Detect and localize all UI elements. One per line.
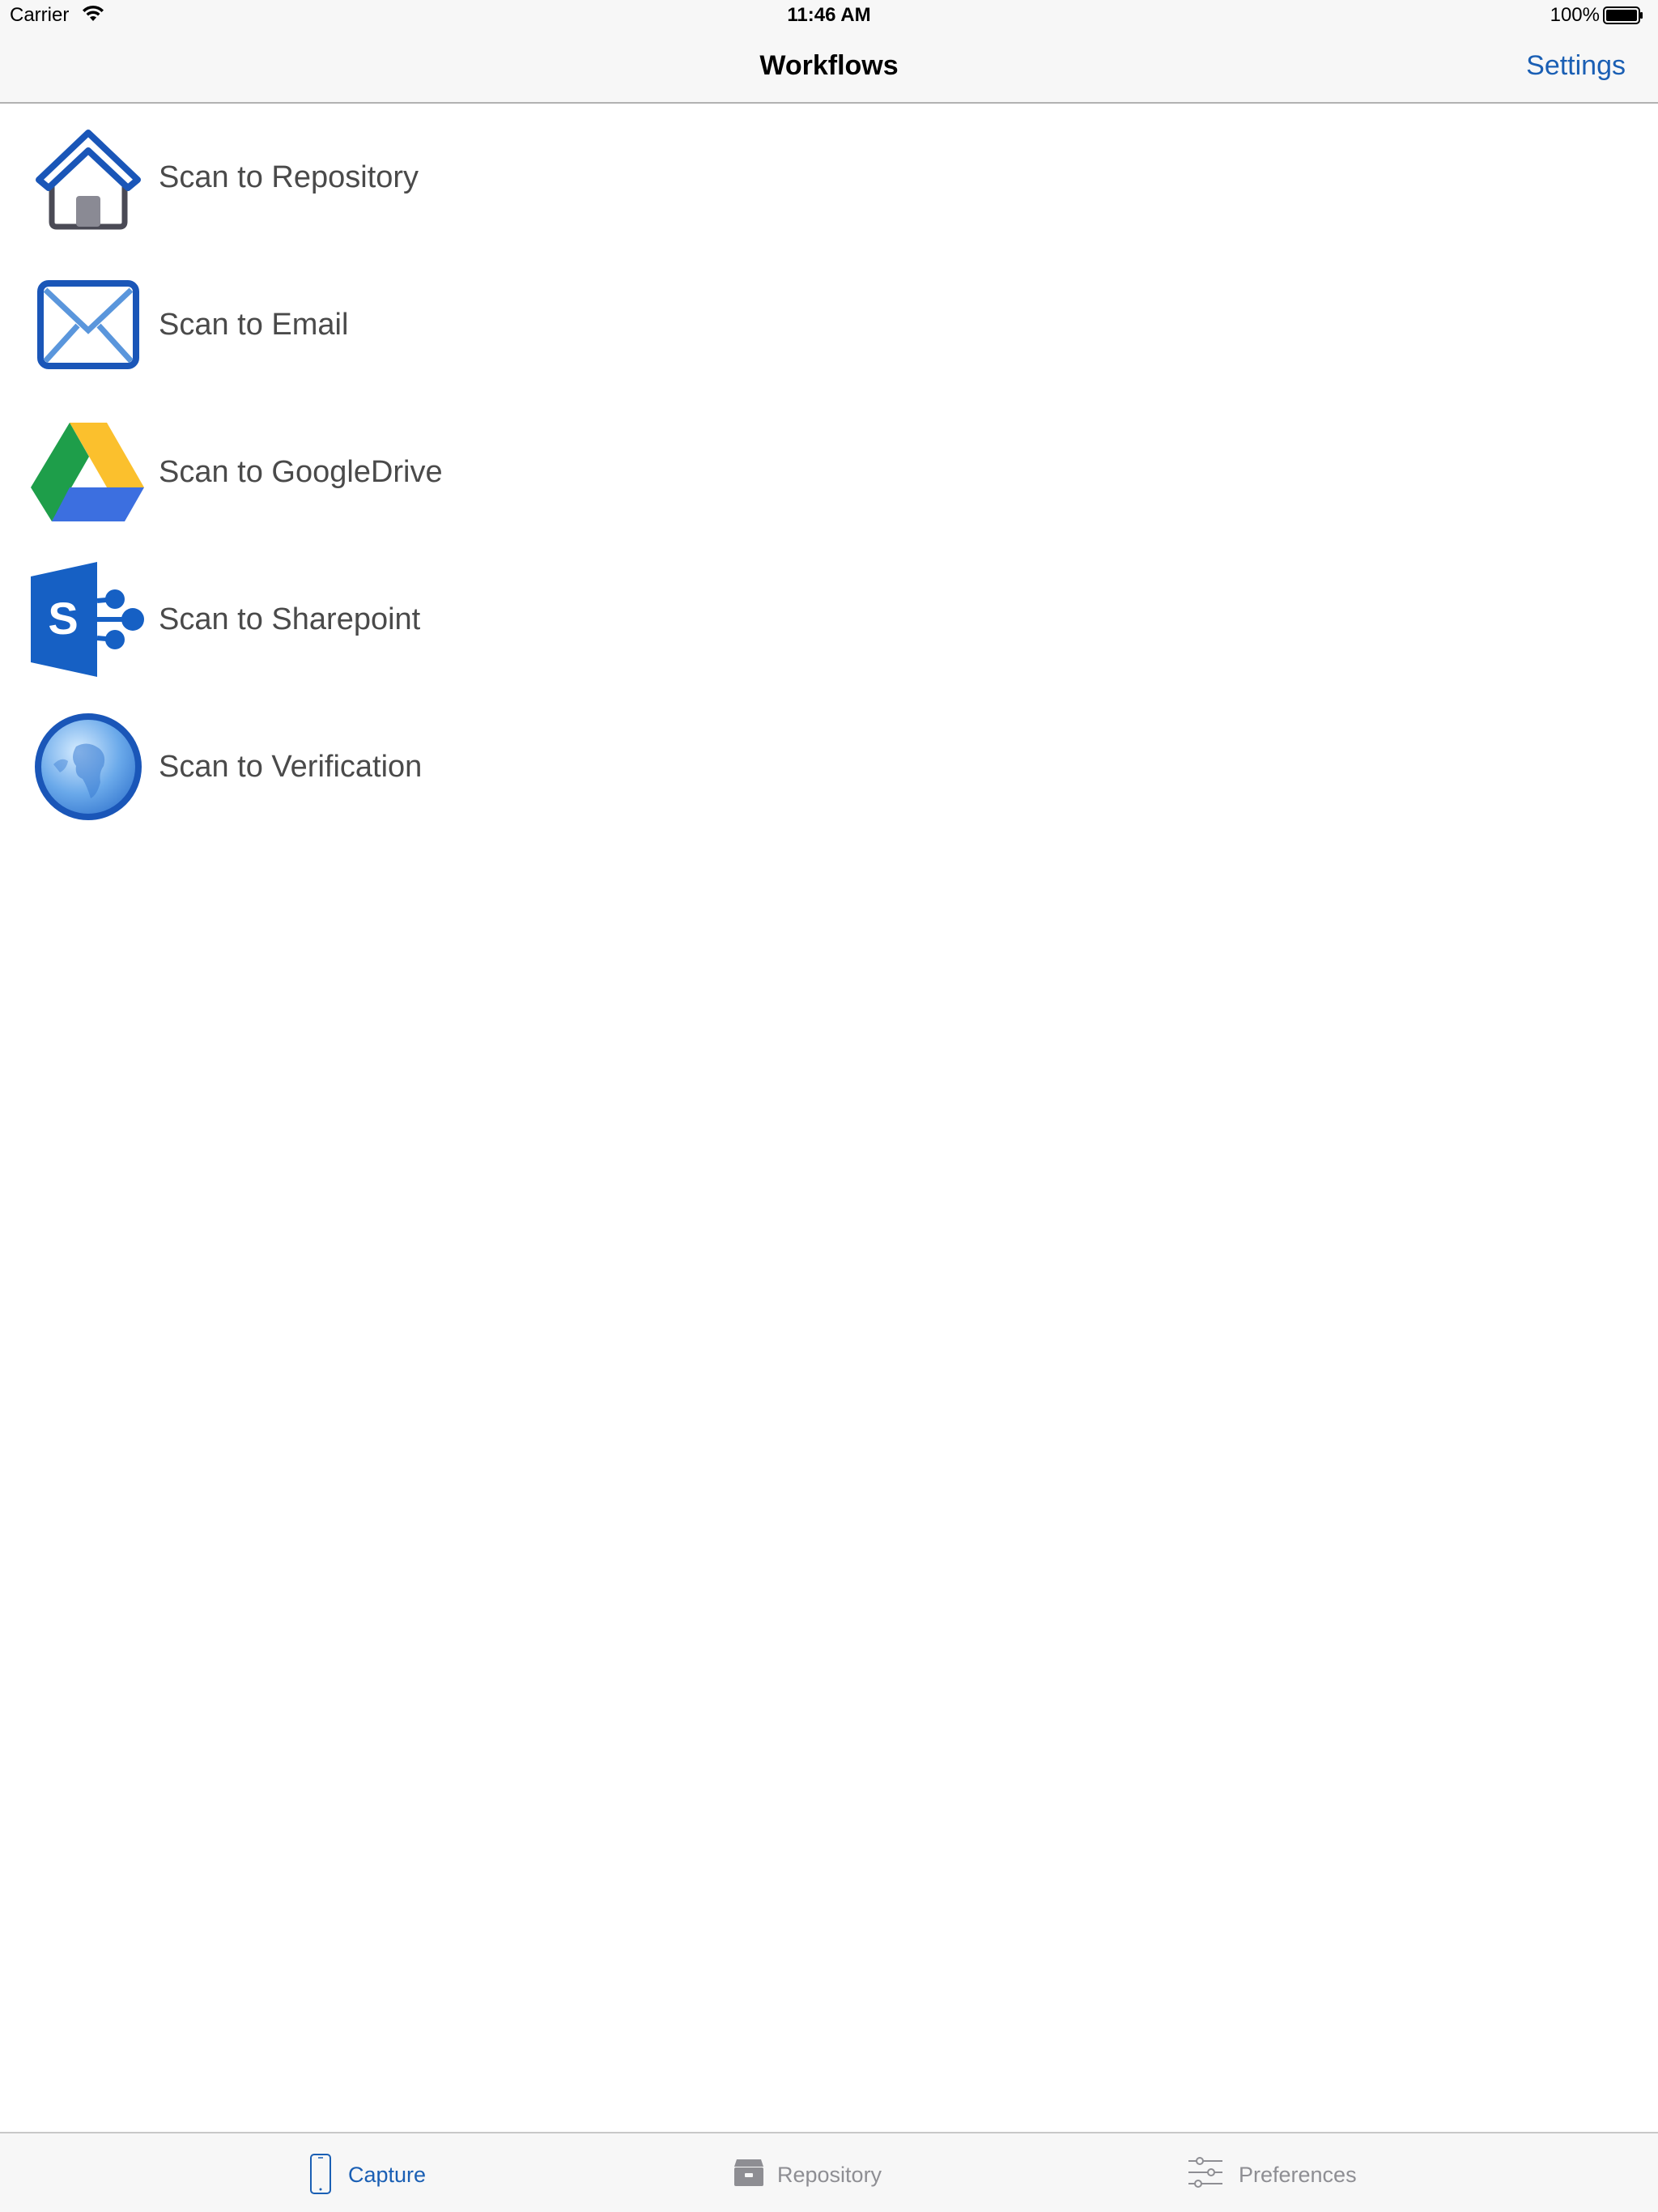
workflow-label: Scan to Verification: [159, 750, 423, 784]
envelope-icon: [37, 280, 139, 369]
page-title: Workflows: [759, 50, 899, 81]
workflow-item-repository[interactable]: Scan to Repository: [0, 104, 1658, 251]
tab-preferences[interactable]: Preferences: [1182, 2133, 1376, 2212]
tab-label: Preferences: [1239, 2163, 1357, 2187]
svg-text:S: S: [48, 593, 78, 644]
settings-button[interactable]: Settings: [1526, 50, 1626, 82]
navigation-bar: Workflows Settings: [0, 32, 1658, 104]
battery-icon: [1603, 6, 1643, 24]
battery-percent: 100%: [1550, 4, 1600, 26]
workflow-label: Scan to Sharepoint: [159, 602, 421, 636]
workflow-label: Scan to GoogleDrive: [159, 455, 443, 489]
phone-icon: [310, 2154, 331, 2194]
workflow-item-verification[interactable]: Scan to Verification: [0, 693, 1658, 840]
status-bar: Carrier 11:46 AM 100%: [0, 0, 1658, 32]
tab-label: Repository: [777, 2163, 882, 2187]
workflow-item-email[interactable]: Scan to Email: [0, 251, 1658, 398]
google-drive-icon: [31, 423, 144, 521]
workflow-label: Scan to Email: [159, 308, 349, 342]
clock-label: 11:46 AM: [787, 4, 871, 26]
house-icon: [36, 130, 141, 230]
sliders-icon: [1188, 2157, 1222, 2188]
tab-label: Capture: [348, 2163, 427, 2187]
tab-bar: Capture Repository Preferences: [0, 2132, 1658, 2212]
sharepoint-icon: S: [31, 562, 144, 677]
workflow-item-sharepoint[interactable]: S Scan to Sharepoint: [0, 546, 1658, 693]
tab-capture[interactable]: Capture: [300, 2133, 445, 2212]
workflow-item-googledrive[interactable]: Scan to GoogleDrive: [0, 398, 1658, 546]
globe-icon: [35, 713, 142, 820]
workflow-label: Scan to Repository: [159, 160, 419, 194]
tab-repository[interactable]: Repository: [729, 2133, 907, 2212]
archive-box-icon: [734, 2159, 763, 2186]
